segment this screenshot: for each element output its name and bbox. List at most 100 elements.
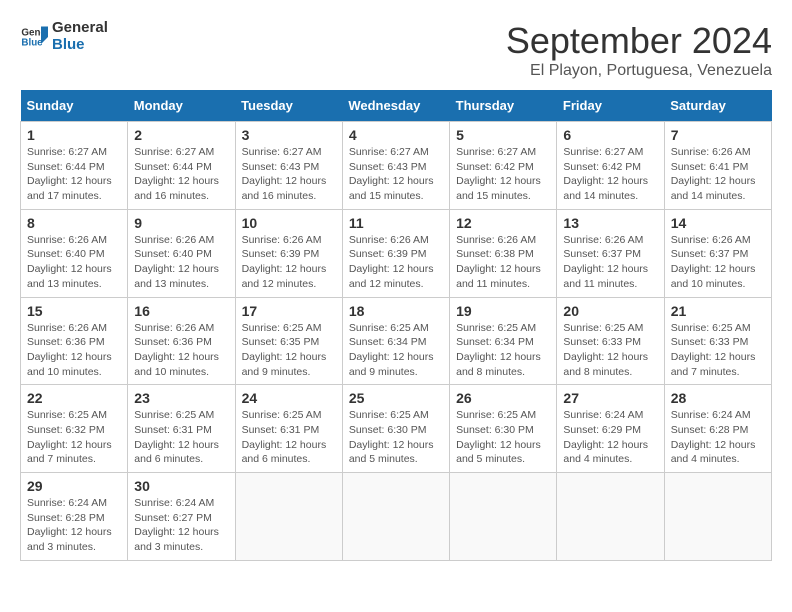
calendar-cell: 9 Sunrise: 6:26 AMSunset: 6:40 PMDaylight… — [128, 209, 235, 297]
month-title: September 2024 — [506, 20, 772, 62]
day-number: 22 — [27, 390, 121, 406]
calendar-cell: 10 Sunrise: 6:26 AMSunset: 6:39 PMDayligh… — [235, 209, 342, 297]
day-info: Sunrise: 6:27 AMSunset: 6:44 PMDaylight:… — [134, 145, 228, 204]
day-number: 11 — [349, 215, 443, 231]
calendar-cell: 17 Sunrise: 6:25 AMSunset: 6:35 PMDayligh… — [235, 297, 342, 385]
calendar-cell: 2Sunrise: 6:27 AMSunset: 6:44 PMDaylight… — [128, 122, 235, 210]
day-info: Sunrise: 6:25 AMSunset: 6:32 PMDaylight:… — [27, 408, 121, 467]
logo-icon: General Blue — [20, 23, 48, 51]
calendar-cell: 8 Sunrise: 6:26 AMSunset: 6:40 PMDaylight… — [21, 209, 128, 297]
calendar-cell: 4 Sunrise: 6:27 AMSunset: 6:43 PMDaylight… — [342, 122, 449, 210]
day-number: 13 — [563, 215, 657, 231]
day-number: 4 — [349, 127, 443, 143]
title-section: September 2024 El Playon, Portuguesa, Ve… — [506, 20, 772, 80]
page-header: General Blue General Blue September 2024… — [20, 20, 772, 80]
day-info: Sunrise: 6:26 AMSunset: 6:37 PMDaylight:… — [671, 233, 765, 292]
day-info: Sunrise: 6:25 AMSunset: 6:34 PMDaylight:… — [349, 321, 443, 380]
calendar-cell: 13 Sunrise: 6:26 AMSunset: 6:37 PMDayligh… — [557, 209, 664, 297]
day-number: 19 — [456, 303, 550, 319]
calendar-cell: 3Sunrise: 6:27 AMSunset: 6:43 PMDaylight… — [235, 122, 342, 210]
calendar-cell: 12 Sunrise: 6:26 AMSunset: 6:38 PMDayligh… — [450, 209, 557, 297]
calendar-cell: 14 Sunrise: 6:26 AMSunset: 6:37 PMDayligh… — [664, 209, 771, 297]
day-info: Sunrise: 6:26 AMSunset: 6:39 PMDaylight:… — [242, 233, 336, 292]
day-info: Sunrise: 6:25 AMSunset: 6:33 PMDaylight:… — [671, 321, 765, 380]
day-info: Sunrise: 6:26 AMSunset: 6:38 PMDaylight:… — [456, 233, 550, 292]
day-info: Sunrise: 6:24 AMSunset: 6:27 PMDaylight:… — [134, 496, 228, 555]
calendar-cell — [342, 473, 449, 561]
header-sunday: Sunday — [21, 90, 128, 122]
day-number: 17 — [242, 303, 336, 319]
header-tuesday: Tuesday — [235, 90, 342, 122]
day-number: 14 — [671, 215, 765, 231]
day-number: 18 — [349, 303, 443, 319]
calendar-cell: 7Sunrise: 6:26 AMSunset: 6:41 PMDaylight… — [664, 122, 771, 210]
calendar-week-3: 15 Sunrise: 6:26 AMSunset: 6:36 PMDayligh… — [21, 297, 772, 385]
day-number: 3 — [242, 127, 336, 143]
calendar-cell: 29Sunrise: 6:24 AMSunset: 6:28 PMDayligh… — [21, 473, 128, 561]
day-info: Sunrise: 6:27 AMSunset: 6:44 PMDaylight:… — [27, 145, 121, 204]
logo-general: General — [52, 20, 108, 37]
calendar-cell: 19Sunrise: 6:25 AMSunset: 6:34 PMDayligh… — [450, 297, 557, 385]
calendar-cell — [235, 473, 342, 561]
day-number: 6 — [563, 127, 657, 143]
calendar-cell: 16 Sunrise: 6:26 AMSunset: 6:36 PMDayligh… — [128, 297, 235, 385]
calendar-cell: 5 Sunrise: 6:27 AMSunset: 6:42 PMDaylight… — [450, 122, 557, 210]
day-info: Sunrise: 6:25 AMSunset: 6:31 PMDaylight:… — [242, 408, 336, 467]
day-info: Sunrise: 6:24 AMSunset: 6:28 PMDaylight:… — [671, 408, 765, 467]
day-info: Sunrise: 6:26 AMSunset: 6:36 PMDaylight:… — [27, 321, 121, 380]
header-friday: Friday — [557, 90, 664, 122]
header-monday: Monday — [128, 90, 235, 122]
svg-text:Blue: Blue — [21, 37, 43, 48]
day-number: 1 — [27, 127, 121, 143]
day-info: Sunrise: 6:26 AMSunset: 6:37 PMDaylight:… — [563, 233, 657, 292]
day-number: 8 — [27, 215, 121, 231]
calendar-cell: 25 Sunrise: 6:25 AMSunset: 6:30 PMDayligh… — [342, 385, 449, 473]
day-info: Sunrise: 6:25 AMSunset: 6:35 PMDaylight:… — [242, 321, 336, 380]
calendar-cell: 1 Sunrise: 6:27 AMSunset: 6:44 PMDaylight… — [21, 122, 128, 210]
day-number: 9 — [134, 215, 228, 231]
day-number: 5 — [456, 127, 550, 143]
calendar-week-5: 29Sunrise: 6:24 AMSunset: 6:28 PMDayligh… — [21, 473, 772, 561]
day-info: Sunrise: 6:26 AMSunset: 6:36 PMDaylight:… — [134, 321, 228, 380]
calendar-cell: 11 Sunrise: 6:26 AMSunset: 6:39 PMDayligh… — [342, 209, 449, 297]
day-number: 16 — [134, 303, 228, 319]
calendar-week-2: 8 Sunrise: 6:26 AMSunset: 6:40 PMDaylight… — [21, 209, 772, 297]
logo: General Blue General Blue — [20, 20, 108, 53]
day-number: 21 — [671, 303, 765, 319]
day-info: Sunrise: 6:26 AMSunset: 6:40 PMDaylight:… — [134, 233, 228, 292]
day-info: Sunrise: 6:26 AMSunset: 6:39 PMDaylight:… — [349, 233, 443, 292]
day-number: 15 — [27, 303, 121, 319]
day-info: Sunrise: 6:26 AMSunset: 6:40 PMDaylight:… — [27, 233, 121, 292]
location-title: El Playon, Portuguesa, Venezuela — [506, 62, 772, 80]
header-saturday: Saturday — [664, 90, 771, 122]
day-info: Sunrise: 6:27 AMSunset: 6:42 PMDaylight:… — [456, 145, 550, 204]
calendar-cell — [557, 473, 664, 561]
calendar-week-1: 1 Sunrise: 6:27 AMSunset: 6:44 PMDaylight… — [21, 122, 772, 210]
day-info: Sunrise: 6:27 AMSunset: 6:43 PMDaylight:… — [349, 145, 443, 204]
calendar-cell — [664, 473, 771, 561]
day-number: 27 — [563, 390, 657, 406]
day-number: 30 — [134, 478, 228, 494]
day-info: Sunrise: 6:25 AMSunset: 6:30 PMDaylight:… — [456, 408, 550, 467]
day-number: 29 — [27, 478, 121, 494]
calendar-cell: 27 Sunrise: 6:24 AMSunset: 6:29 PMDayligh… — [557, 385, 664, 473]
day-number: 24 — [242, 390, 336, 406]
day-number: 23 — [134, 390, 228, 406]
day-info: Sunrise: 6:25 AMSunset: 6:31 PMDaylight:… — [134, 408, 228, 467]
day-info: Sunrise: 6:25 AMSunset: 6:30 PMDaylight:… — [349, 408, 443, 467]
logo-blue: Blue — [52, 37, 108, 54]
day-info: Sunrise: 6:24 AMSunset: 6:29 PMDaylight:… — [563, 408, 657, 467]
day-number: 25 — [349, 390, 443, 406]
header-row: SundayMondayTuesdayWednesdayThursdayFrid… — [21, 90, 772, 122]
header-thursday: Thursday — [450, 90, 557, 122]
day-number: 12 — [456, 215, 550, 231]
day-info: Sunrise: 6:27 AMSunset: 6:42 PMDaylight:… — [563, 145, 657, 204]
day-number: 26 — [456, 390, 550, 406]
calendar-cell: 30 Sunrise: 6:24 AMSunset: 6:27 PMDayligh… — [128, 473, 235, 561]
day-number: 10 — [242, 215, 336, 231]
calendar-table: SundayMondayTuesdayWednesdayThursdayFrid… — [20, 90, 772, 561]
calendar-cell: 24 Sunrise: 6:25 AMSunset: 6:31 PMDayligh… — [235, 385, 342, 473]
calendar-cell: 18 Sunrise: 6:25 AMSunset: 6:34 PMDayligh… — [342, 297, 449, 385]
calendar-cell: 28Sunrise: 6:24 AMSunset: 6:28 PMDayligh… — [664, 385, 771, 473]
calendar-cell: 22 Sunrise: 6:25 AMSunset: 6:32 PMDayligh… — [21, 385, 128, 473]
